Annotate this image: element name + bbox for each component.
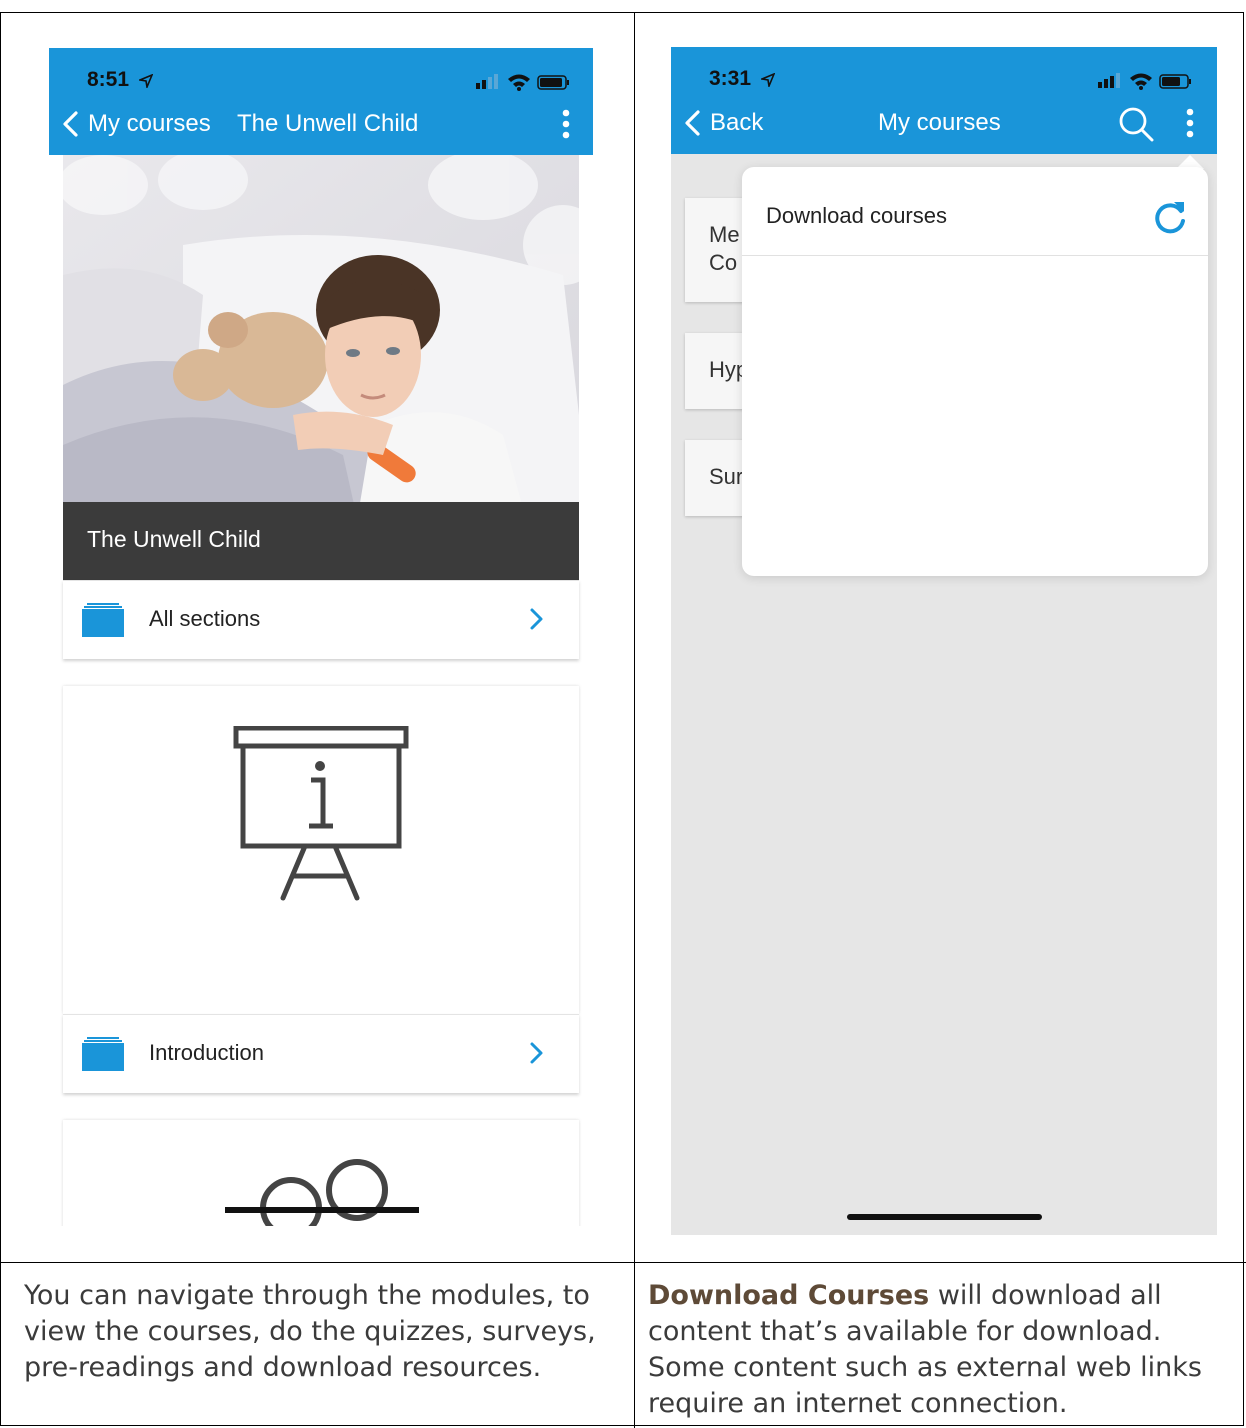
- table-column-divider: [634, 12, 635, 1428]
- folder-icon: [82, 1037, 124, 1071]
- course-title: The Unwell Child: [87, 526, 261, 552]
- menu-divider: [742, 255, 1208, 256]
- back-chevron-icon[interactable]: [61, 110, 79, 138]
- course-title-band: The Unwell Child: [63, 502, 579, 580]
- back-button[interactable]: My courses: [88, 110, 211, 138]
- refresh-icon[interactable]: [1152, 199, 1188, 235]
- home-indicator: [847, 1214, 1042, 1220]
- back-button[interactable]: Back: [710, 109, 763, 137]
- download-courses-menu-item[interactable]: Download courses: [766, 203, 947, 229]
- back-chevron-icon[interactable]: [683, 109, 701, 137]
- status-icons: [1098, 73, 1191, 90]
- status-icons: [476, 74, 569, 91]
- section-card-introduction[interactable]: [63, 686, 579, 1014]
- section-card-next[interactable]: [63, 1120, 579, 1226]
- chevron-right-icon: [530, 608, 543, 630]
- glasses-icon: [225, 1159, 419, 1226]
- location-arrow-icon: [139, 74, 153, 88]
- all-sections-row[interactable]: All sections: [63, 580, 579, 659]
- section-label: All sections: [149, 606, 261, 631]
- info-presentation-icon: [233, 726, 409, 901]
- course-card-text: Sur: [709, 464, 744, 489]
- more-options-icon[interactable]: [1184, 107, 1196, 139]
- section-label: Introduction: [149, 1040, 264, 1065]
- app-bar: 8:51 My courses The Unwell Child: [49, 48, 593, 155]
- table-row-divider: [0, 1262, 1246, 1263]
- course-card-text: Me: [709, 222, 740, 247]
- folder-icon: [82, 603, 124, 637]
- search-icon[interactable]: [1117, 105, 1155, 143]
- introduction-row[interactable]: Introduction: [63, 1014, 579, 1093]
- location-arrow-icon: [761, 73, 775, 87]
- page-title: The Unwell Child: [237, 110, 419, 137]
- right-caption-bold: Download Courses: [648, 1280, 930, 1311]
- left-phone-screen: 8:51 My courses The Unwell Child The Unw…: [49, 48, 593, 1226]
- left-caption: You can navigate through the modules, to…: [24, 1280, 596, 1383]
- right-phone-screen: 3:31 Back My courses Me Co Hyp Sur Downl…: [671, 47, 1217, 1235]
- options-menu: Download courses: [742, 167, 1208, 576]
- course-card-text: Co: [709, 250, 738, 275]
- course-image[interactable]: [63, 155, 579, 545]
- more-options-icon[interactable]: [560, 108, 572, 140]
- page-title: My courses: [878, 109, 1001, 136]
- status-time: 3:31: [709, 67, 752, 90]
- chevron-right-icon: [530, 1042, 543, 1064]
- app-bar: 3:31 Back My courses: [671, 47, 1217, 154]
- right-caption: Download Courses will download all conte…: [648, 1278, 1228, 1422]
- status-time: 8:51: [87, 68, 130, 91]
